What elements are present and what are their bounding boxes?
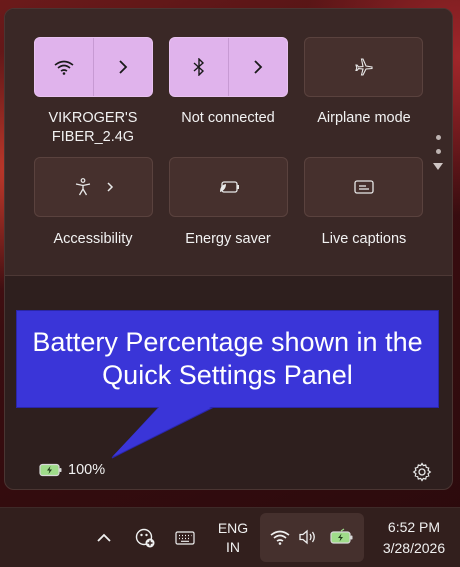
accessibility-tile[interactable] bbox=[34, 157, 153, 217]
callout-text: Battery Percentage shown in the Quick Se… bbox=[32, 327, 423, 390]
language-line1: ENG bbox=[217, 520, 249, 536]
airplane-mode-tile-label: Airplane mode bbox=[317, 110, 411, 126]
panel-divider bbox=[5, 275, 452, 276]
chevron-right-icon bbox=[106, 182, 113, 192]
keyboard-icon bbox=[175, 531, 195, 545]
wifi-toggle[interactable] bbox=[35, 38, 93, 96]
accessibility-icon bbox=[75, 178, 90, 196]
page-dot[interactable] bbox=[435, 149, 441, 154]
volume-icon bbox=[299, 529, 315, 545]
quick-settings-panel: VIKROGER'S FIBER_2.4G Not connected Airp… bbox=[4, 8, 453, 490]
battery-charging-icon bbox=[39, 463, 62, 477]
bluetooth-tile-label: Not connected bbox=[181, 110, 275, 126]
clock-date: 3/28/2026 bbox=[382, 540, 446, 556]
battery-icon bbox=[330, 528, 353, 544]
bluetooth-toggle[interactable] bbox=[170, 38, 228, 96]
chevron-up-icon bbox=[97, 533, 111, 542]
energy-saver-tile-label: Energy saver bbox=[185, 231, 271, 247]
tray-wifi bbox=[269, 527, 291, 547]
taskbar-clock[interactable]: 6:52 PM 3/28/2026 bbox=[372, 517, 456, 559]
wifi-tile-label: VIKROGER'S FIBER_2.4G bbox=[48, 110, 138, 145]
input-language-button[interactable]: ENG IN bbox=[210, 518, 256, 558]
tray-battery bbox=[328, 526, 356, 548]
live-captions-tile[interactable] bbox=[304, 157, 423, 217]
gear-icon bbox=[412, 462, 432, 482]
wifi-chevron-button[interactable] bbox=[94, 38, 152, 96]
quick-settings-tray-button[interactable] bbox=[260, 513, 364, 562]
wifi-tile[interactable] bbox=[34, 37, 153, 97]
copilot-tray-button[interactable] bbox=[133, 526, 157, 550]
wifi-icon bbox=[270, 530, 290, 545]
touch-keyboard-button[interactable] bbox=[173, 527, 197, 549]
show-hidden-icons-button[interactable] bbox=[94, 528, 114, 548]
live-captions-icon bbox=[353, 180, 374, 194]
bluetooth-chevron-button[interactable] bbox=[229, 38, 287, 96]
bluetooth-tile[interactable] bbox=[169, 37, 288, 97]
tray-volume bbox=[297, 527, 319, 547]
language-line2: IN bbox=[226, 539, 240, 555]
battery-percentage: 100% bbox=[68, 462, 106, 478]
energy-saver-tile[interactable] bbox=[169, 157, 288, 217]
page-dot[interactable] bbox=[435, 135, 441, 140]
battery-status[interactable]: 100% bbox=[39, 462, 105, 478]
energy-saver-icon bbox=[219, 181, 239, 193]
clock-time: 6:52 PM bbox=[387, 519, 441, 535]
callout-box: Battery Percentage shown in the Quick Se… bbox=[16, 310, 439, 408]
airplane-mode-tile[interactable] bbox=[304, 37, 423, 97]
taskbar: ENG IN 6:52 PM 3/28/2026 bbox=[0, 507, 460, 567]
wifi-icon bbox=[54, 60, 74, 75]
page-indicator[interactable] bbox=[432, 135, 444, 170]
settings-button[interactable] bbox=[411, 461, 433, 483]
next-page-arrow-icon[interactable] bbox=[433, 163, 443, 170]
airplane-icon bbox=[354, 58, 373, 76]
chevron-right-icon bbox=[254, 60, 263, 74]
bluetooth-icon bbox=[193, 58, 205, 76]
accessibility-tile-label: Accessibility bbox=[53, 231, 133, 247]
chevron-right-icon bbox=[119, 60, 128, 74]
live-captions-tile-label: Live captions bbox=[321, 231, 407, 247]
copilot-icon bbox=[135, 528, 155, 548]
